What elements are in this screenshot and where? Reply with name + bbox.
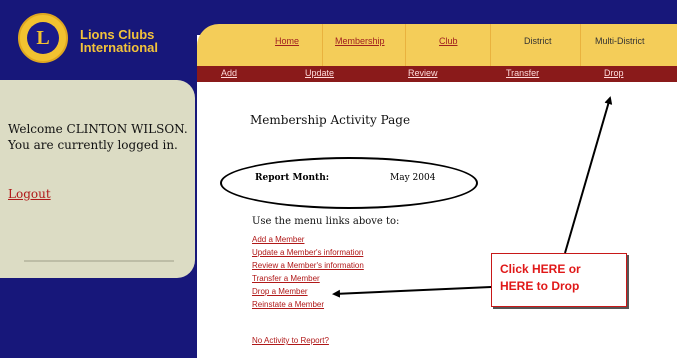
no-activity-link[interactable]: No Activity to Report? [252,336,329,345]
brand-name: Lions Clubs International [80,28,158,54]
action-links: Add a Member Update a Member's informati… [252,233,364,311]
sub-nav: Add Update Review Transfer Drop [197,66,677,82]
link-review-member[interactable]: Review a Member's information [252,259,364,272]
callout-text: Click HERE or HERE to Drop [500,261,620,295]
nav-divider [405,24,406,66]
link-drop-member[interactable]: Drop a Member [252,285,364,298]
nav-divider [490,24,491,66]
main-nav: Home Membership Club District Multi-Dist… [197,24,677,66]
report-month-highlight [220,157,478,209]
report-month-value: May 2004 [390,173,436,183]
arrow-to-subnav-drop [564,96,613,254]
subnav-update[interactable]: Update [305,68,334,78]
logout-link[interactable]: Logout [8,187,51,201]
link-transfer-member[interactable]: Transfer a Member [252,272,364,285]
subnav-review[interactable]: Review [408,68,438,78]
brand-line-2: International [80,40,159,55]
lions-logo: L [18,13,68,63]
nav-district[interactable]: District [524,36,552,46]
link-reinstate-member[interactable]: Reinstate a Member [252,298,364,311]
nav-home[interactable]: Home [275,36,299,46]
link-update-member[interactable]: Update a Member's information [252,246,364,259]
callout-line-2: HERE to Drop [500,279,580,293]
nav-divider [322,24,323,66]
nav-membership[interactable]: Membership [335,36,385,46]
report-month-label: Report Month: [255,173,330,183]
subnav-transfer[interactable]: Transfer [506,68,539,78]
subnav-drop[interactable]: Drop [604,68,624,78]
welcome-message: Welcome CLINTON WILSON. You are currentl… [8,122,188,152]
page: L Lions Clubs International Welcome CLIN… [0,0,677,358]
callout-line-1: Click HERE or [500,262,581,276]
nav-club[interactable]: Club [439,36,458,46]
nav-divider [580,24,581,66]
page-title: Membership Activity Page [250,113,411,127]
drop-callout: Click HERE or HERE to Drop [491,253,627,307]
nav-multi-district[interactable]: Multi-District [595,36,645,46]
instruction-text: Use the menu links above to: [252,216,400,227]
logo-letter: L [27,22,59,54]
panel-divider [24,260,174,262]
welcome-panel: Welcome CLINTON WILSON. You are currentl… [0,80,195,278]
link-add-member[interactable]: Add a Member [252,233,364,246]
subnav-add[interactable]: Add [221,68,237,78]
left-sidebar: L Lions Clubs International Welcome CLIN… [0,0,197,358]
